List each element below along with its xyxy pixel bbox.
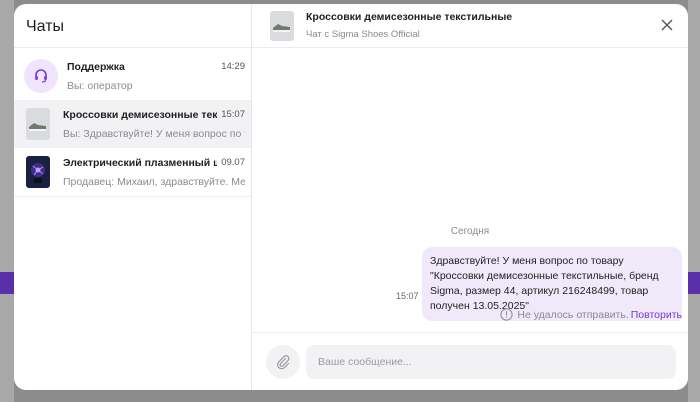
chat-time: 09.07 <box>221 157 245 168</box>
retry-button[interactable]: Повторить <box>631 309 682 321</box>
backdrop-banner-left <box>0 272 14 294</box>
sidebar-title: Чаты <box>26 18 65 35</box>
chat-item-support[interactable]: Поддержка 14:29 Вы: оператор <box>14 52 251 100</box>
message-area[interactable]: Сегодня 15:07 Здравствуйте! У меня вопро… <box>252 48 688 332</box>
chat-item-body: Электрический плазменный шар 09.07 Прода… <box>63 157 245 188</box>
backdrop-banner-right <box>688 272 700 294</box>
attach-button[interactable] <box>266 344 300 379</box>
headset-icon <box>24 59 58 93</box>
date-separator: Сегодня <box>450 226 490 237</box>
chat-item-body: Поддержка 14:29 Вы: оператор <box>67 61 245 92</box>
chat-name: Поддержка <box>67 60 125 73</box>
message-composer <box>252 332 688 390</box>
chat-preview: Вы: оператор <box>67 79 133 92</box>
chats-modal: Чаты Поддержка 14:29 Вы: оператор Кроссо… <box>14 4 688 390</box>
conversation-subtitle: Чат с Sigma Shoes Official <box>306 29 420 40</box>
chat-time: 15:07 <box>221 109 245 120</box>
sneakers-thumbnail <box>26 108 50 140</box>
message-input[interactable] <box>306 344 676 379</box>
chat-preview: Продавец: Михаил, здравствуйте. Меня <box>63 175 245 188</box>
product-thumbnail <box>270 10 294 41</box>
chat-list: Поддержка 14:29 Вы: оператор Кроссовки д… <box>14 48 251 197</box>
chat-name: Электрический плазменный шар <box>63 156 218 169</box>
chat-name: Кроссовки демисезонные текстильные <box>63 108 218 121</box>
alert-circle-icon <box>500 308 513 321</box>
error-text: Не удалось отправить. <box>517 308 629 321</box>
conversation-header: Кроссовки демисезонные текстильные Чат с… <box>252 4 688 48</box>
chat-item-sneakers[interactable]: Кроссовки демисезонные текстильные 15:07… <box>14 100 251 148</box>
sidebar-header: Чаты <box>14 4 251 48</box>
chat-preview: Вы: Здравствуйте! У меня вопрос по товар… <box>63 127 245 140</box>
close-icon[interactable] <box>660 18 674 32</box>
send-error: Не удалось отправить. Повторить <box>500 308 682 321</box>
chat-time: 14:29 <box>221 61 245 72</box>
chat-item-body: Кроссовки демисезонные текстильные 15:07… <box>63 109 245 140</box>
chat-item-plasma-ball[interactable]: Электрический плазменный шар 09.07 Прода… <box>14 148 251 196</box>
paperclip-icon <box>277 354 290 369</box>
plasma-ball-thumbnail <box>26 156 50 188</box>
message-time: 15:07 <box>396 291 419 301</box>
backdrop-left-strip <box>0 0 14 402</box>
backdrop-right-strip <box>688 0 700 402</box>
conversation-panel: Кроссовки демисезонные текстильные Чат с… <box>252 4 688 390</box>
conversation-title: Кроссовки демисезонные текстильные <box>306 11 513 23</box>
chat-sidebar: Чаты Поддержка 14:29 Вы: оператор Кроссо… <box>14 4 252 390</box>
